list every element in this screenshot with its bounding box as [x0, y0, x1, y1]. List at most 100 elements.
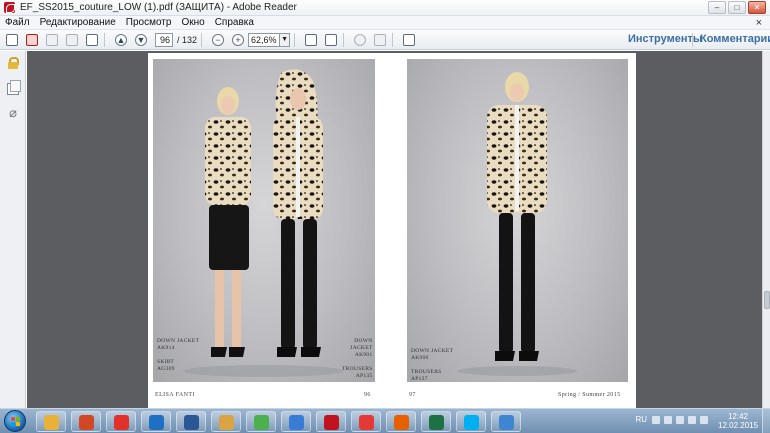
maximize-button[interactable]: □ [728, 1, 746, 14]
caption-right: DOWN JACKET AK901 TROUSERS AP135 [342, 338, 373, 379]
close-button[interactable]: ✕ [748, 1, 766, 14]
taskbar-app-yandex[interactable] [106, 411, 136, 432]
arrow-down-icon: ▼ [135, 33, 147, 46]
taskbar-app-firefox[interactable] [386, 411, 416, 432]
toolbar: ▲ ▼ 96 / 132 − + 62,6% ▼ Инструменты Ком… [0, 30, 770, 50]
powerpoint-icon [79, 415, 94, 430]
lock-icon[interactable] [7, 57, 19, 69]
adobe-reader-icon [4, 2, 15, 13]
skype-icon [464, 415, 479, 430]
taskbar-app-hp[interactable] [141, 411, 171, 432]
plus-icon: + [232, 33, 245, 46]
menu-edit[interactable]: Редактирование [35, 17, 121, 28]
menu-bar: Файл Редактирование Просмотр Окно Справк… [0, 16, 770, 30]
highlight-button[interactable] [372, 32, 388, 48]
print-button[interactable] [64, 32, 80, 48]
title-bar: EF_SS2015_couture_LOW (1).pdf (ЗАЩИТА) -… [0, 0, 770, 16]
email-button[interactable] [84, 32, 100, 48]
zoom-out-button[interactable]: − [210, 32, 226, 48]
tray-volume-icon[interactable] [700, 416, 708, 424]
menu-help[interactable]: Справка [210, 17, 259, 28]
start-button[interactable] [4, 410, 26, 432]
chrome-icon [44, 415, 59, 430]
toolbar-separator [343, 32, 345, 47]
mail-at-icon [289, 415, 304, 430]
comment-icon [354, 33, 367, 46]
document-viewer[interactable]: DOWN JACKET AK914 SKIRT AG309 DOWN JACKE… [27, 51, 762, 408]
fashion-photo-left [153, 59, 375, 382]
minimize-button[interactable]: – [708, 1, 726, 14]
scrollbar-thumb[interactable] [764, 291, 770, 309]
globe-icon [499, 415, 514, 430]
comments-link[interactable]: Комментарии [700, 33, 770, 45]
zoom-input[interactable]: 62,6% [248, 32, 281, 47]
arrow-up-icon: ▲ [115, 33, 127, 46]
next-page-button[interactable]: ▼ [133, 32, 149, 48]
taskbar-app-folder[interactable] [211, 411, 241, 432]
word-icon [184, 415, 199, 430]
footer-page-number: 96 [364, 392, 371, 398]
tray-battery-icon[interactable] [688, 416, 696, 424]
document-page-left: DOWN JACKET AK914 SKIRT AG309 DOWN JACKE… [148, 53, 412, 408]
highlight-icon [374, 33, 387, 46]
taskbar-app-adobe-reader[interactable] [316, 411, 346, 432]
paperclip-icon[interactable]: ⌀ [7, 106, 19, 119]
clock[interactable]: 12:42 12.02.2015 [718, 412, 758, 430]
toolbar-separator [104, 32, 105, 47]
tray-arrow-icon[interactable] [652, 416, 660, 424]
fit-width-button[interactable] [323, 32, 339, 48]
taskbar-app-chrome[interactable] [36, 411, 66, 432]
window-title: EF_SS2015_couture_LOW (1).pdf (ЗАЩИТА) -… [20, 2, 297, 13]
taskbar-app-powerpoint[interactable] [71, 411, 101, 432]
caption-left: DOWN JACKET AK914 SKIRT AG309 [157, 338, 200, 372]
navigation-sidebar: ⌀ [0, 51, 26, 408]
full-screen-button[interactable] [401, 32, 417, 48]
save-button[interactable] [44, 32, 60, 48]
menu-view[interactable]: Просмотр [121, 17, 177, 28]
models-illustration [183, 69, 343, 377]
language-indicator[interactable]: RU [635, 415, 647, 424]
tray-flag-icon[interactable] [664, 416, 672, 424]
edit-pdf-button[interactable] [24, 32, 40, 48]
clock-time: 12:42 [727, 412, 749, 421]
toolbar-divider [692, 33, 693, 47]
close-document-icon[interactable]: × [756, 16, 762, 30]
print-icon [66, 33, 78, 46]
fit-width-icon [325, 33, 338, 46]
taskbar-app-word[interactable] [176, 411, 206, 432]
zoom-in-button[interactable]: + [230, 32, 246, 48]
taskbar: RU 12:42 12.02.2015 [0, 408, 770, 433]
save-icon [46, 33, 58, 46]
fit-page-icon [305, 33, 318, 46]
page-number-input[interactable]: 96 [155, 32, 173, 47]
edit-pdf-icon [26, 33, 38, 46]
yandex-icon [114, 415, 129, 430]
icq-icon [254, 415, 269, 430]
comment-button[interactable] [352, 32, 368, 48]
document-page-right: DOWN JACKET AK900 TROUSERS AP137 97 Spri… [392, 53, 636, 408]
model-illustration [457, 72, 577, 376]
previous-page-button[interactable]: ▲ [113, 32, 129, 48]
footer-brand: ELISA FANTI [155, 392, 195, 398]
vertical-scrollbar[interactable] [762, 51, 770, 408]
create-pdf-button[interactable] [4, 32, 20, 48]
show-desktop-button[interactable] [762, 409, 770, 433]
taskbar-app-globe[interactable] [491, 411, 521, 432]
taskbar-app-mail-at[interactable] [281, 411, 311, 432]
menu-file[interactable]: Файл [0, 17, 35, 28]
tray-network-icon[interactable] [676, 416, 684, 424]
taskbar-app-yandex-browser[interactable] [351, 411, 381, 432]
fashion-photo-right [407, 59, 628, 382]
caption-left: DOWN JACKET AK900 TROUSERS AP137 [411, 348, 454, 382]
taskbar-app-excel[interactable] [421, 411, 451, 432]
fit-page-button[interactable] [303, 32, 319, 48]
toolbar-separator [201, 32, 203, 47]
menu-window[interactable]: Окно [176, 17, 209, 28]
taskbar-app-icq[interactable] [246, 411, 276, 432]
footer-season: Spring / Summer 2015 [558, 392, 621, 398]
minus-icon: − [212, 33, 225, 46]
page-thumbnails-icon[interactable] [7, 80, 21, 95]
taskbar-app-skype[interactable] [456, 411, 486, 432]
zoom-dropdown-icon[interactable]: ▼ [280, 32, 291, 47]
firefox-icon [394, 415, 409, 430]
